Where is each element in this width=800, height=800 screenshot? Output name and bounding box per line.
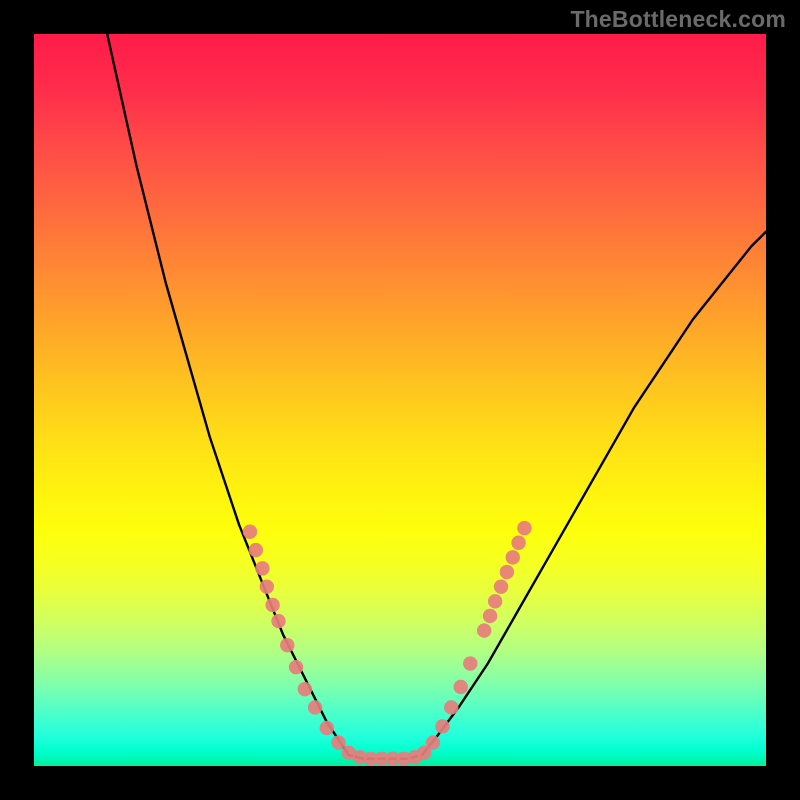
- data-point: [488, 594, 502, 608]
- data-point: [500, 565, 514, 579]
- data-point: [249, 543, 263, 557]
- curve-layer: [107, 34, 766, 759]
- watermark-text: TheBottleneck.com: [570, 6, 786, 33]
- data-point: [255, 561, 269, 575]
- plot-background: [34, 34, 766, 766]
- data-point: [454, 680, 468, 694]
- data-point: [426, 735, 440, 749]
- data-point: [506, 550, 520, 564]
- data-point: [444, 700, 458, 714]
- data-point: [463, 656, 477, 670]
- data-point: [494, 579, 508, 593]
- data-point: [517, 521, 531, 535]
- data-point: [260, 579, 274, 593]
- data-point: [477, 623, 491, 637]
- data-point: [320, 721, 334, 735]
- chart-frame: TheBottleneck.com: [0, 0, 800, 800]
- data-point: [289, 660, 303, 674]
- data-point: [280, 638, 294, 652]
- data-point: [271, 614, 285, 628]
- data-point: [331, 735, 345, 749]
- bottleneck-curve: [107, 34, 766, 759]
- data-point: [483, 609, 497, 623]
- data-point: [243, 525, 257, 539]
- chart-svg: [34, 34, 766, 766]
- data-point: [265, 598, 279, 612]
- data-point: [511, 536, 525, 550]
- data-point: [435, 719, 449, 733]
- data-point: [298, 682, 312, 696]
- data-point: [308, 700, 322, 714]
- dots-layer: [243, 521, 532, 766]
